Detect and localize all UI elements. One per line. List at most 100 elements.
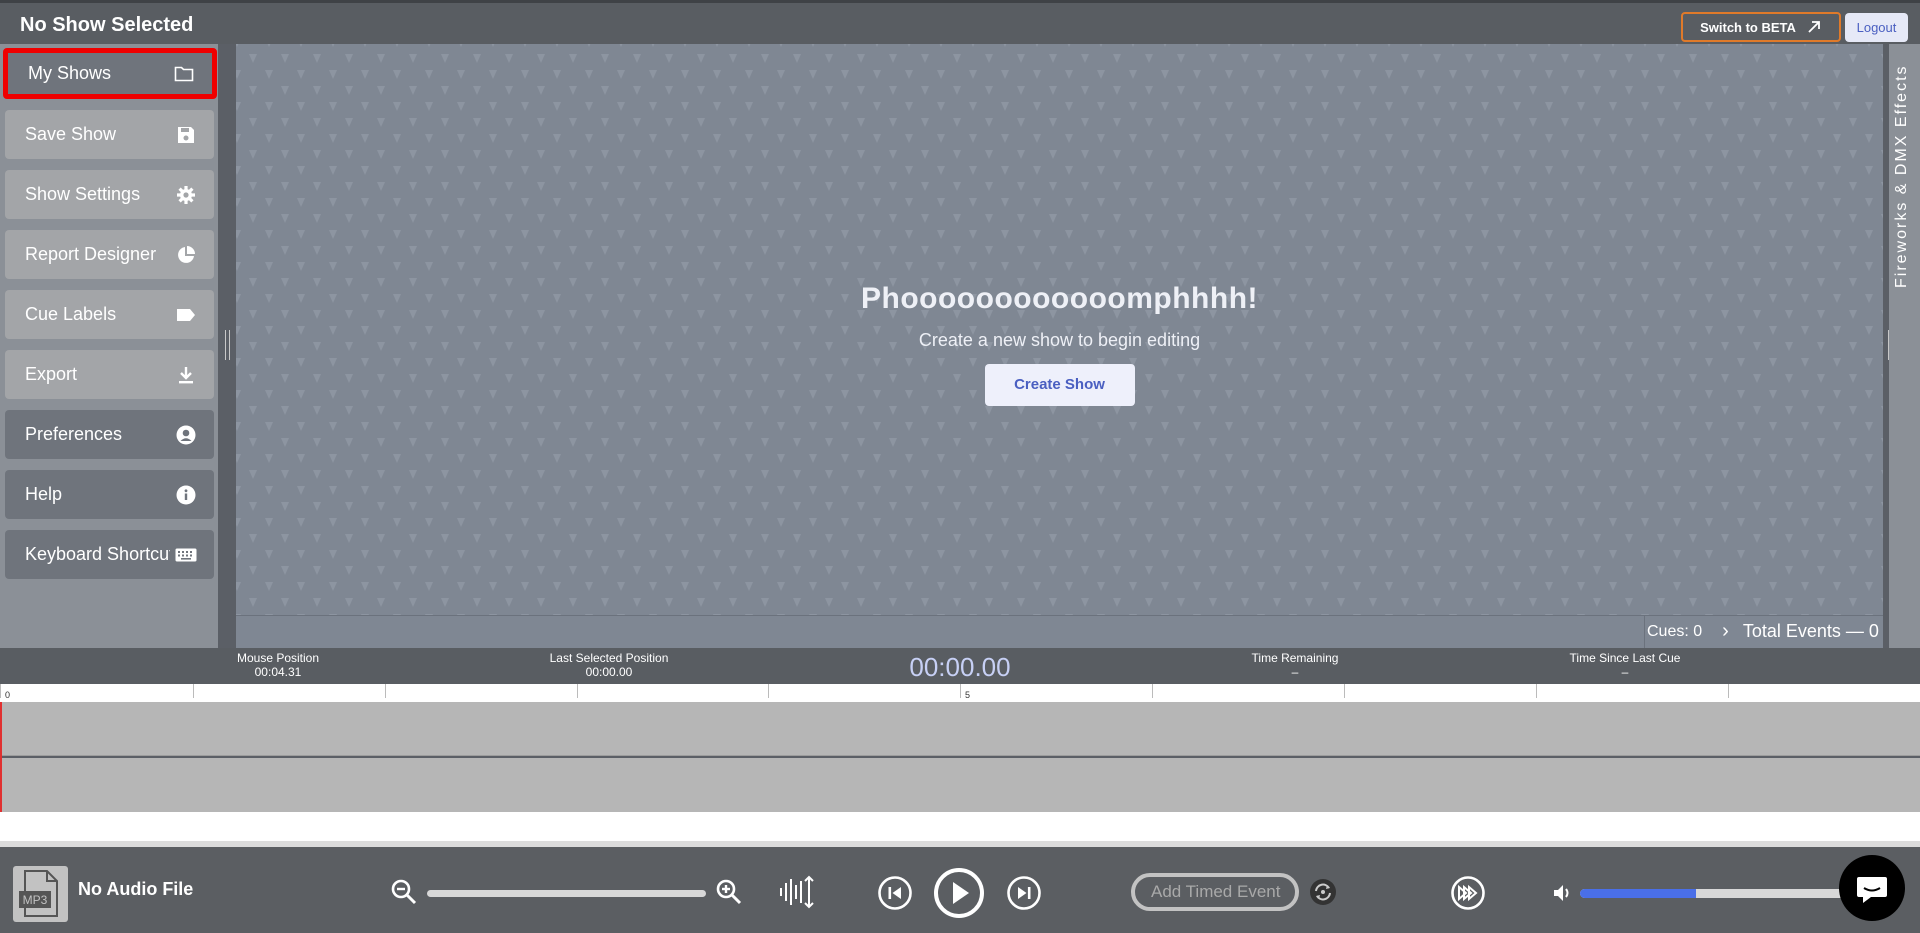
time-remaining: Time Remaining – <box>1252 651 1339 679</box>
arrow-up-right-icon <box>1808 21 1820 33</box>
effects-panel-tab[interactable]: Fireworks & DMX Effects <box>1889 44 1920 648</box>
play-button[interactable] <box>933 867 985 919</box>
ruler-tick <box>0 684 1 698</box>
chat-icon <box>1857 877 1887 903</box>
sidebar-item-show-settings[interactable]: Show Settings <box>5 170 214 219</box>
play-icon <box>934 868 984 918</box>
ruler-tick <box>1344 684 1345 698</box>
sidebar-item-label: Preferences <box>25 424 123 444</box>
cues-summary: Cues: 0 › Total Events — 0 <box>1644 615 1879 648</box>
info-icon <box>175 484 197 506</box>
sidebar-item-label: My Shows <box>28 63 112 83</box>
current-time: 00:00.00 <box>909 652 1011 682</box>
last-selected-position: Last Selected Position 00:00.00 <box>550 651 669 679</box>
show-canvas: Phoooooooooooomphhhh! Create a new show … <box>236 44 1883 615</box>
mp3-file-icon: MP3 <box>13 866 68 922</box>
add-timed-event-input[interactable]: Add Timed Event <box>1131 873 1299 911</box>
stage-footer <box>236 615 1883 648</box>
ruler-tick <box>577 684 578 698</box>
time-remaining-value: – <box>1291 665 1299 679</box>
last-selected-label: Last Selected Position <box>549 651 669 665</box>
sidebar-item-save-show[interactable]: Save Show <box>5 110 214 159</box>
zoom-in-icon[interactable] <box>715 878 743 906</box>
ruler-tick <box>960 684 961 698</box>
time-since-last-cue: Time Since Last Cue – <box>1570 651 1681 679</box>
ruler-tick <box>385 684 386 698</box>
timeline-scroll-area <box>0 812 1920 847</box>
status-row: Mouse Position 00:04.31 Last Selected Po… <box>0 648 1920 684</box>
sync-icon[interactable] <box>1308 877 1338 907</box>
time-since-label: Time Since Last Cue <box>1569 651 1681 665</box>
cues-count: Cues: 0 <box>1647 622 1703 640</box>
sidebar-item-my-shows[interactable]: My Shows <box>3 48 217 99</box>
ruler-label: 5 <box>965 690 971 700</box>
mp3-label: MP3 <box>23 893 48 907</box>
last-selected-value: 00:00.00 <box>585 665 633 679</box>
sidebar-item-cue-labels[interactable]: Cue Labels <box>5 290 214 339</box>
ruler-tick <box>1152 684 1153 698</box>
header-bar: No Show Selected Switch to BETA Logout <box>0 0 1920 44</box>
volume-icon[interactable] <box>1552 882 1574 904</box>
ruler-label: 0 <box>5 690 11 700</box>
skip-back-button[interactable] <box>877 875 913 911</box>
timeline-track[interactable] <box>0 702 1920 756</box>
keyboard-icon <box>175 544 197 566</box>
sidebar-item-preferences[interactable]: Preferences <box>5 410 214 459</box>
sidebar: My Shows Save Show Show Settings Report … <box>0 44 218 648</box>
sidebar-item-label: Report Designer <box>25 244 157 264</box>
empty-state-subtitle: Create a new show to begin editing <box>918 330 1201 350</box>
zoom-slider[interactable] <box>427 890 706 897</box>
create-show-button[interactable]: Create Show <box>984 364 1135 406</box>
zoom-out-icon[interactable] <box>390 878 418 906</box>
folder-icon <box>173 63 195 85</box>
switch-to-beta-label: Switch to BETA <box>1700 19 1796 35</box>
playhead[interactable] <box>0 702 2 814</box>
sidebar-item-label: Show Settings <box>25 184 141 204</box>
playback-speed-icon[interactable] <box>1450 875 1486 911</box>
empty-state: Phoooooooooooomphhhh! Create a new show … <box>236 282 1883 406</box>
mouse-position: Mouse Position 00:04.31 <box>237 651 319 679</box>
app-root: No Show Selected Switch to BETA Logout M… <box>0 0 1920 933</box>
user-circle-icon <box>175 424 197 446</box>
audio-file-name: No Audio File <box>78 879 194 899</box>
mouse-position-label: Mouse Position <box>236 651 320 665</box>
sidebar-item-keyboard-shortcuts[interactable]: Keyboard Shortcuts <box>5 530 214 579</box>
sidebar-item-export[interactable]: Export <box>5 350 214 399</box>
time-remaining-label: Time Remaining <box>1251 651 1339 665</box>
waveform-height-icon[interactable] <box>778 875 814 909</box>
download-icon <box>175 364 197 386</box>
volume-slider[interactable] <box>1580 889 1850 898</box>
sidebar-item-label: Export <box>25 364 78 384</box>
sidebar-item-help[interactable]: Help <box>5 470 214 519</box>
chevron-right-icon[interactable]: › <box>1722 620 1729 643</box>
sidebar-item-label: Keyboard Shortcuts <box>25 544 170 564</box>
save-icon <box>175 124 197 146</box>
skip-forward-button[interactable] <box>1006 875 1042 911</box>
sidebar-item-report-designer[interactable]: Report Designer <box>5 230 214 279</box>
skip-forward-icon <box>1007 876 1041 910</box>
sidebar-resize-handle[interactable] <box>225 330 230 360</box>
logout-button[interactable]: Logout <box>1845 13 1908 42</box>
ruler-tick <box>1728 684 1729 698</box>
label-icon <box>175 304 197 326</box>
gear-icon <box>175 184 197 206</box>
timeline-ruler[interactable]: 0 5 <box>0 684 1920 702</box>
ruler-tick <box>768 684 769 698</box>
ruler-tick <box>193 684 194 698</box>
timeline-track[interactable] <box>0 758 1920 812</box>
pie-chart-icon <box>175 244 197 266</box>
switch-to-beta-button[interactable]: Switch to BETA <box>1681 12 1841 42</box>
sidebar-item-label: Save Show <box>25 124 117 144</box>
time-since-value: – <box>1621 665 1629 679</box>
total-events: Total Events — 0 <box>1742 621 1879 641</box>
mouse-position-value: 00:04.31 <box>254 665 302 679</box>
chat-button[interactable] <box>1839 855 1905 921</box>
skip-back-icon <box>878 876 912 910</box>
sidebar-item-label: Help <box>25 484 63 504</box>
player-bar: MP3 No Audio File Add Timed Event <box>0 847 1920 933</box>
ruler-tick <box>1536 684 1537 698</box>
empty-state-headline: Phoooooooooooomphhhh! <box>860 282 1259 315</box>
volume-slider-fill <box>1580 889 1697 898</box>
effects-tab-label: Fireworks & DMX Effects <box>1893 64 1910 288</box>
page-title: No Show Selected <box>20 14 194 36</box>
